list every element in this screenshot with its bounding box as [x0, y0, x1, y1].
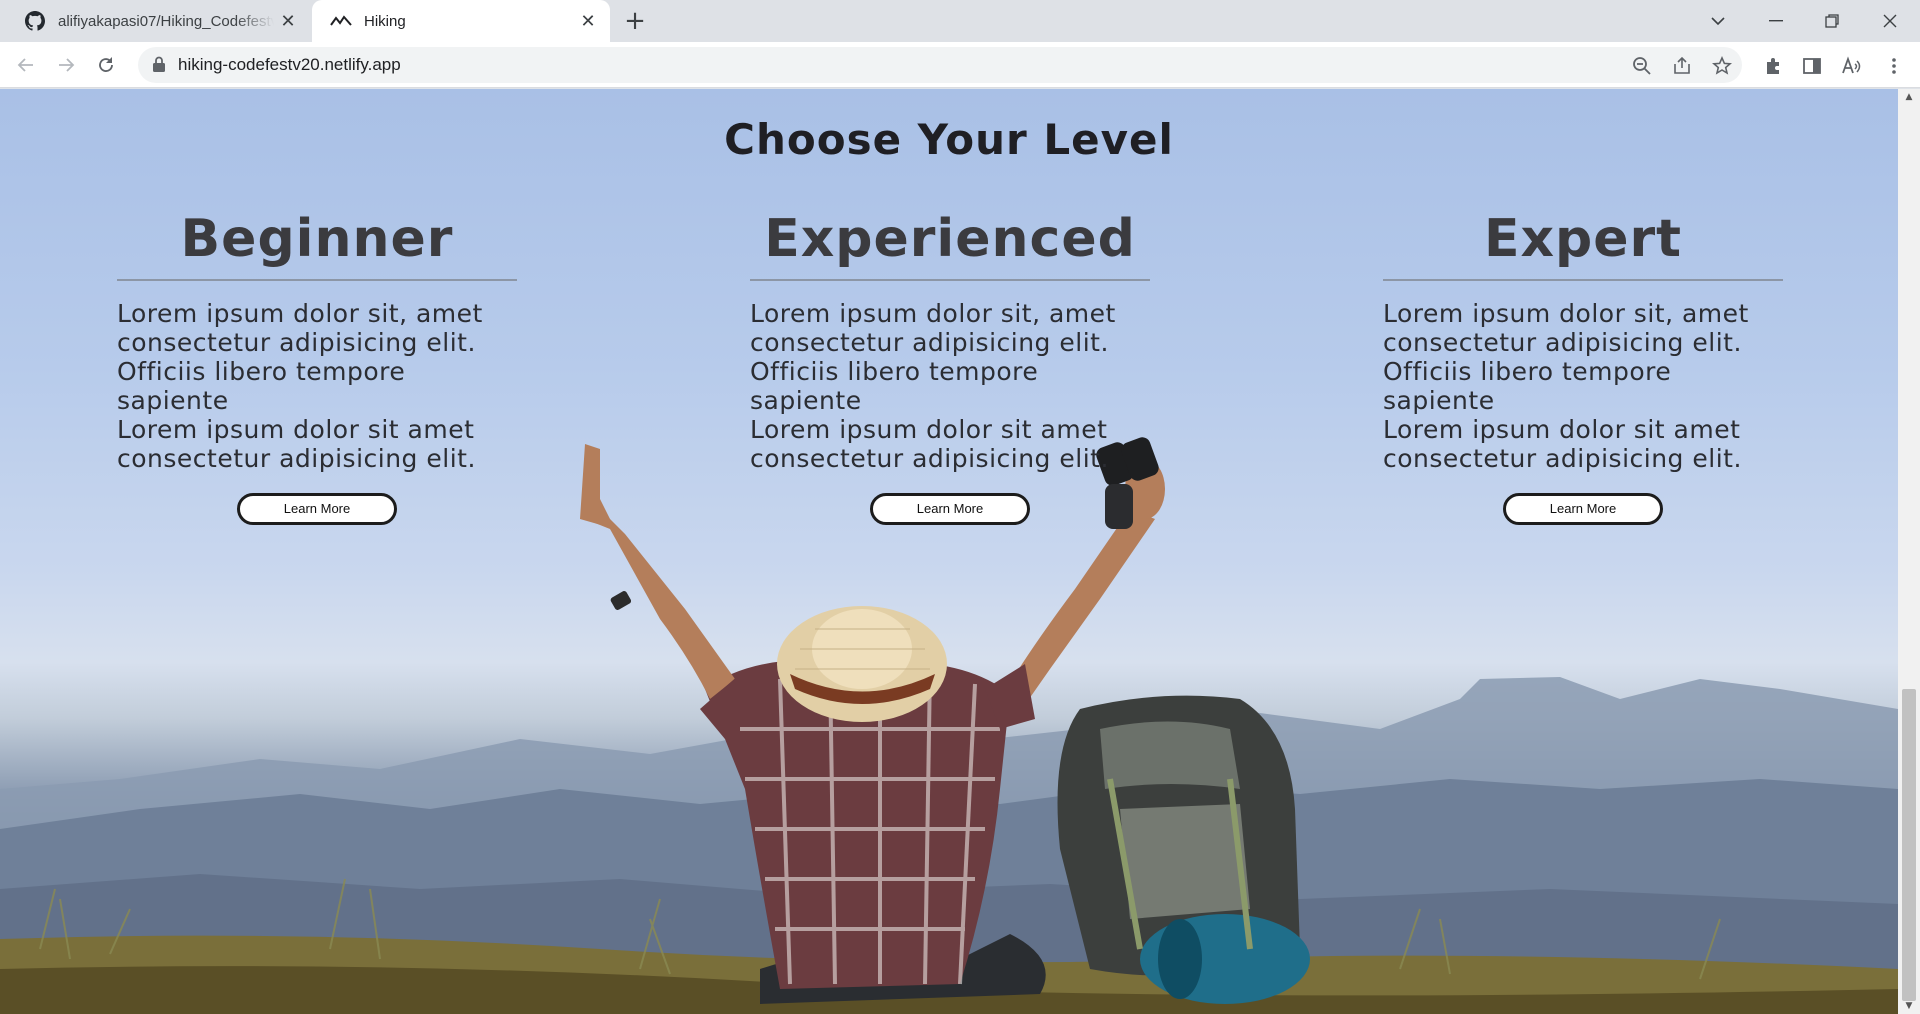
github-icon [24, 10, 46, 32]
minimize-icon[interactable] [1748, 0, 1804, 42]
section-title: Choose Your Level [724, 115, 1174, 164]
restore-icon[interactable] [1804, 0, 1860, 42]
lock-icon[interactable] [152, 56, 166, 77]
address-bar[interactable]: hiking-codefestv20.netlify.app [138, 47, 1742, 83]
zoom-icon[interactable] [1632, 56, 1652, 76]
level-description: Lorem ipsum dolor sit, amet consectetur … [750, 299, 1116, 473]
share-icon[interactable] [1672, 56, 1692, 76]
page-viewport: Choose Your Level Beginner Lorem ipsum d… [0, 89, 1898, 1014]
tab-strip: alifiyakapasi07/Hiking_Codefestv20 ✕ Hik… [0, 0, 1920, 42]
side-panel-icon[interactable] [1800, 54, 1824, 78]
backpack-image [1057, 695, 1310, 1004]
tab-title: alifiyakapasi07/Hiking_Codefestv20 [58, 12, 274, 30]
level-card-expert: Expert Lorem ipsum dolor sit, amet conse… [1383, 209, 1783, 525]
extensions-icon[interactable] [1761, 54, 1785, 78]
close-tab-icon[interactable]: ✕ [574, 7, 602, 35]
back-icon[interactable] [12, 51, 40, 79]
level-title: Experienced [750, 209, 1150, 281]
level-description: Lorem ipsum dolor sit, amet consectetur … [117, 299, 483, 473]
level-title: Beginner [117, 209, 517, 281]
close-window-icon[interactable] [1862, 0, 1918, 42]
scrollbar-thumb[interactable] [1902, 689, 1916, 1001]
close-tab-icon[interactable]: ✕ [274, 7, 302, 35]
forward-icon[interactable] [52, 51, 80, 79]
new-tab-button[interactable]: + [620, 6, 650, 36]
level-card-experienced: Experienced Lorem ipsum dolor sit, amet … [750, 209, 1150, 525]
learn-more-button[interactable]: Learn More [237, 493, 397, 525]
hiking-trail-icon [330, 10, 352, 32]
scroll-down-arrow-icon[interactable]: ▼ [1898, 998, 1920, 1014]
url-text[interactable]: hiking-codefestv20.netlify.app [178, 47, 401, 83]
read-aloud-icon[interactable] [1840, 54, 1864, 78]
tab-title: Hiking [364, 12, 406, 30]
reload-icon[interactable] [92, 51, 120, 79]
page-scrollbar[interactable]: ▲ ▼ [1898, 89, 1920, 1014]
level-title: Expert [1383, 209, 1783, 281]
tab-github-repo[interactable]: alifiyakapasi07/Hiking_Codefestv20 ✕ [0, 0, 310, 42]
scroll-up-arrow-icon[interactable]: ▲ [1898, 89, 1920, 105]
bookmark-star-icon[interactable] [1712, 56, 1732, 76]
browser-menu-icon[interactable] [1882, 54, 1906, 78]
tab-search-icon[interactable] [1690, 0, 1746, 42]
learn-more-button[interactable]: Learn More [1503, 493, 1663, 525]
learn-more-button[interactable]: Learn More [870, 493, 1030, 525]
level-description: Lorem ipsum dolor sit, amet consectetur … [1383, 299, 1749, 473]
level-card-beginner: Beginner Lorem ipsum dolor sit, amet con… [117, 209, 517, 525]
browser-toolbar: hiking-codefestv20.netlify.app [0, 42, 1920, 88]
tab-hiking[interactable]: Hiking ✕ [312, 0, 610, 42]
